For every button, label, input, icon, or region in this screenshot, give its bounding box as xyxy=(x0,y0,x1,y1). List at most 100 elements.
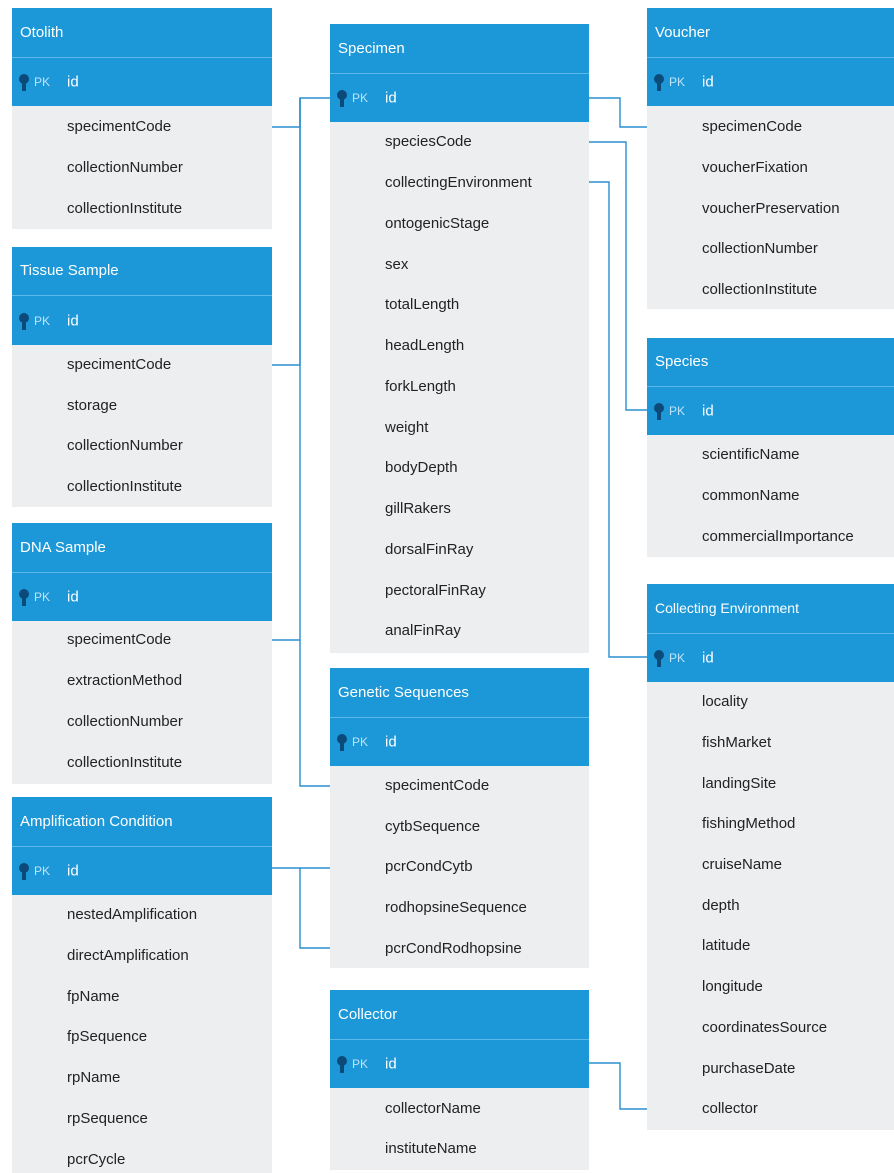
genetic-sequences-field: pcrCondRodhopsine xyxy=(385,940,522,957)
amplification-condition-field: nestedAmplification xyxy=(67,906,198,923)
specimen-pk-row: PK id xyxy=(330,73,589,122)
tissue-sample-title: Tissue Sample xyxy=(12,247,272,295)
genetic-sequences-field: rodhopsineSequence xyxy=(385,899,527,916)
specimen-field: collectingEnvironment xyxy=(385,174,532,191)
amplification-condition-pk-row: PK id xyxy=(12,846,272,895)
connector-tissue-specimen xyxy=(272,98,301,366)
amplification-condition-table: Amplification Condition PK id nestedAmpl… xyxy=(12,797,272,1173)
collecting-environment-field: landingSite xyxy=(702,775,777,792)
species-field: commonName xyxy=(702,487,800,504)
collecting-environment-field: coordinatesSource xyxy=(702,1019,828,1036)
dna-sample-field: collectionInstitute xyxy=(67,754,183,771)
specimen-field: speciesCode xyxy=(385,133,472,150)
species-field: scientificName xyxy=(702,446,800,463)
tissue-sample-field: storage xyxy=(67,397,118,414)
collector-table: Collector PK id collectorName instituteN… xyxy=(330,990,589,1170)
specimen-field: bodyDepth xyxy=(385,459,458,476)
collecting-environment-field: depth xyxy=(702,897,740,914)
connector-genetic-specimen xyxy=(299,640,330,787)
otolith-field: collectionInstitute xyxy=(67,200,183,217)
pk-label: PK xyxy=(34,864,51,878)
dna-sample-field: collectionNumber xyxy=(67,713,183,730)
specimen-title: Specimen xyxy=(330,24,589,73)
specimen-field: dorsalFinRay xyxy=(385,541,474,558)
genetic-sequences-title: Genetic Sequences xyxy=(330,668,589,717)
collecting-environment-table: Collecting Environment PK id locality fi… xyxy=(647,584,894,1130)
connector-specimen-environment xyxy=(589,181,647,658)
dna-sample-field: extractionMethod xyxy=(67,672,183,689)
collecting-environment-title: Collecting Environment xyxy=(647,584,894,633)
collecting-environment-field: longitude xyxy=(702,978,763,995)
dna-sample-table: DNA Sample PK id specimentCode extractio… xyxy=(12,523,272,784)
specimen-field: ontogenicStage xyxy=(385,215,490,232)
connector-specimen-voucher xyxy=(589,97,647,128)
specimen-field: forkLength xyxy=(385,378,456,395)
amplification-condition-field: rpSequence xyxy=(67,1110,148,1127)
collector-field: collectorName xyxy=(385,1100,481,1117)
collecting-environment-pk-field: id xyxy=(702,649,714,667)
connector-amplification-cytb xyxy=(272,867,330,949)
otolith-field: specimentCode xyxy=(67,118,172,135)
voucher-field: collectionNumber xyxy=(702,240,818,257)
dna-sample-pk-row: PK id xyxy=(12,572,272,621)
amplification-condition-title: Amplification Condition xyxy=(12,797,272,846)
voucher-field: voucherPreservation xyxy=(702,200,840,217)
amplification-condition-field: pcrCycle xyxy=(67,1151,126,1168)
collector-pk-field: id xyxy=(385,1055,397,1073)
otolith-title: Otolith xyxy=(12,8,272,57)
species-field: commercialImportance xyxy=(702,528,854,545)
collecting-environment-pk-row: PK id xyxy=(647,633,894,682)
genetic-sequences-field: cytbSequence xyxy=(385,818,481,835)
amplification-condition-pk-field: id xyxy=(67,862,79,880)
dna-sample-title: DNA Sample xyxy=(12,523,272,572)
species-pk-field: id xyxy=(702,402,714,420)
voucher-table: Voucher PK id specimenCode voucherFixati… xyxy=(647,8,894,309)
collector-title: Collector xyxy=(330,990,589,1039)
species-title: Species xyxy=(647,338,894,386)
pk-label: PK xyxy=(34,75,51,89)
genetic-sequences-pk-field: id xyxy=(385,733,397,751)
voucher-field: collectionInstitute xyxy=(702,281,818,298)
otolith-pk-field: id xyxy=(67,73,79,91)
amplification-condition-field: directAmplification xyxy=(67,947,189,964)
specimen-field: headLength xyxy=(385,337,465,354)
collecting-environment-field: fishingMethod xyxy=(702,815,796,832)
pk-label: PK xyxy=(669,651,686,665)
amplification-condition-field: fpSequence xyxy=(67,1028,148,1045)
collecting-environment-field: fishMarket xyxy=(702,734,772,751)
tissue-sample-field: collectionNumber xyxy=(67,437,183,454)
pk-label: PK xyxy=(34,313,51,328)
connector-collector-environment xyxy=(589,1062,647,1110)
tissue-sample-pk-field: id xyxy=(67,312,79,329)
voucher-field: specimenCode xyxy=(702,118,803,135)
amplification-condition-field: rpName xyxy=(67,1069,121,1086)
collector-pk-row: PK id xyxy=(330,1039,589,1088)
otolith-pk-row: PK id xyxy=(12,57,272,106)
species-pk-row: PK id xyxy=(647,386,894,435)
specimen-field: sex xyxy=(385,256,409,273)
collecting-environment-field: purchaseDate xyxy=(702,1060,796,1077)
otolith-table: Otolith PK id specimentCode collectionNu… xyxy=(12,8,272,229)
species-table: Species PK id scientificName commonName … xyxy=(647,338,894,557)
specimen-pk-field: id xyxy=(385,89,397,107)
connector-otolith-specimen xyxy=(272,97,330,128)
amplification-condition-field: fpName xyxy=(67,988,120,1005)
otolith-field: collectionNumber xyxy=(67,159,183,176)
collecting-environment-field: latitude xyxy=(702,937,751,954)
voucher-pk-field: id xyxy=(702,73,714,91)
pk-label: PK xyxy=(34,590,51,604)
specimen-table: Specimen PK id speciesCode collectingEnv… xyxy=(330,24,589,653)
tissue-sample-table: Tissue Sample PK id specimentCode storag… xyxy=(12,247,272,507)
genetic-sequences-field: specimentCode xyxy=(385,777,490,794)
tissue-sample-field: specimentCode xyxy=(67,356,172,373)
collector-field: instituteName xyxy=(385,1140,477,1157)
specimen-field: pectoralFinRay xyxy=(385,582,486,599)
voucher-field: voucherFixation xyxy=(702,159,808,176)
dna-sample-field: specimentCode xyxy=(67,631,172,648)
dna-sample-pk-field: id xyxy=(67,588,79,606)
genetic-sequences-field: pcrCondCytb xyxy=(385,858,473,875)
pk-label: PK xyxy=(352,1057,369,1071)
collecting-environment-field: locality xyxy=(702,693,748,710)
specimen-field: analFinRay xyxy=(385,622,461,639)
tissue-sample-pk-row: PK id xyxy=(12,295,272,345)
